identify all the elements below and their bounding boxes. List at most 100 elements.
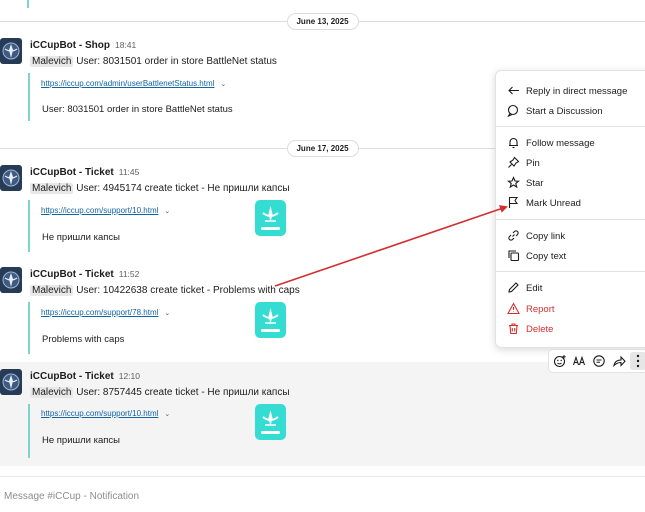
menu-item-label: Delete [526,324,554,335]
menu-item-label: Pin [526,158,540,169]
chat-window: June 13, 2025 iCCupBot - Shop 18:41 Malev… [0,0,645,512]
date-divider: June 13, 2025 [0,11,645,31]
avatar[interactable] [0,38,22,64]
attachment-text: Не пришли капсы [42,232,120,243]
attachment-thumbnail[interactable] [255,302,286,338]
user-mention[interactable]: Malevich [30,285,74,296]
menu-item-start-discussion[interactable]: Start a Discussion [496,101,645,121]
message-header: iCCupBot - Ticket 11:52 [30,269,139,280]
attachment-link-row: https://iccup.com/support/10.html ⌄ [41,206,170,215]
kebab-menu-button[interactable] [630,352,645,370]
author-name[interactable]: iCCupBot - Ticket [30,371,114,382]
menu-item-edit[interactable]: Edit [496,278,645,298]
menu-item-label: Start a Discussion [526,106,603,117]
menu-divider [496,126,645,127]
user-mention[interactable]: Malevich [30,56,74,67]
attachment-link-row: https://iccup.com/admin/userBattlenetSta… [41,79,226,88]
menu-item-star[interactable]: Star [496,173,645,193]
menu-item-follow-message[interactable]: Follow message [496,133,645,153]
message-time[interactable]: 12:10 [119,371,140,381]
message-header: iCCupBot - Ticket 12:10 [30,371,140,382]
author-name[interactable]: iCCupBot - Ticket [30,269,114,280]
menu-item-pin[interactable]: Pin [496,153,645,173]
iccup-logo-icon [261,206,280,230]
message-hovered[interactable]: iCCupBot - Ticket 12:10 Malevich User: 87… [0,362,645,466]
chevron-down-icon[interactable]: ⌄ [164,410,170,418]
message-body: User: 8757445 create ticket - Не пришли … [76,387,290,398]
menu-item-label: Edit [526,283,543,294]
message-time[interactable]: 11:45 [119,167,140,177]
attachment-link-row: https://iccup.com/support/10.html ⌄ [41,409,170,418]
attachment-link[interactable]: https://iccup.com/admin/userBattlenetSta… [41,79,214,88]
share-icon[interactable] [612,354,626,368]
user-mention[interactable]: Malevich [30,387,74,398]
flag-icon [508,196,519,208]
trash-icon [509,323,518,335]
bot-logo-icon [2,169,20,187]
add-reaction-icon[interactable] [553,354,567,368]
author-name[interactable]: iCCupBot - Shop [30,40,110,51]
attachment-bar [27,0,29,8]
message-composer [0,480,645,512]
bot-logo-icon [2,42,20,60]
menu-item-reply-in-direct-message[interactable]: Reply in direct message [496,81,645,101]
menu-item-delete[interactable]: Delete [496,319,645,339]
attachment-link[interactable]: https://iccup.com/support/10.html [41,206,158,215]
message-context-menu: Reply in direct message Start a Discussi… [495,70,645,348]
attachment-link[interactable]: https://iccup.com/support/78.html [41,308,158,317]
attachment-text: User: 8031501 order in store BattleNet s… [42,104,233,115]
chevron-down-icon[interactable]: ⌄ [164,207,170,215]
attachment-thumbnail[interactable] [255,404,286,440]
bell-icon [509,137,518,149]
chevron-down-icon[interactable]: ⌄ [220,80,226,88]
message-action-toolbar [548,349,645,373]
reply-in-thread-icon[interactable] [592,354,606,368]
user-mention[interactable]: Malevich [30,183,74,194]
message-text: Malevich User: 4945174 create ticket - Н… [30,183,290,194]
attachment-bar [28,302,30,354]
iccup-logo-icon [261,308,280,332]
attachment-bar [28,404,30,458]
message-header: iCCupBot - Ticket 11:45 [30,167,139,178]
menu-item-label: Star [526,178,544,189]
bot-logo-icon [2,373,20,391]
message-body: User: 8031501 order in store BattleNet s… [76,56,277,67]
translate-icon[interactable] [572,354,586,368]
composer-divider [0,476,645,477]
avatar[interactable] [0,369,22,395]
menu-item-report[interactable]: Report [496,299,645,319]
iccup-logo-icon [261,410,280,434]
message-header: iCCupBot - Shop 18:41 [30,40,136,51]
kebab-menu-icon [636,354,640,368]
chevron-down-icon[interactable]: ⌄ [164,309,170,317]
star-icon [507,176,520,189]
date-pill[interactable]: June 13, 2025 [286,13,359,30]
avatar[interactable] [0,165,22,191]
menu-item-label: Copy text [526,251,567,262]
message-body: User: 10422638 create ticket - Problems … [76,285,300,296]
attachment-link[interactable]: https://iccup.com/support/10.html [41,409,158,418]
attachment-thumbnail[interactable] [255,200,286,236]
attachment-bar [28,200,30,252]
message-input[interactable] [4,488,604,504]
bot-logo-icon [2,271,20,289]
avatar[interactable] [0,267,22,293]
message-time[interactable]: 18:41 [115,40,136,50]
author-name[interactable]: iCCupBot - Ticket [30,167,114,178]
menu-item-label: Copy link [526,231,566,242]
menu-item-label: Follow message [526,138,595,149]
attachment-link-row: https://iccup.com/support/78.html ⌄ [41,308,170,317]
discussion-icon [507,104,519,117]
pencil-icon [508,282,519,293]
menu-item-mark-unread[interactable]: Mark Unread [496,193,645,213]
date-pill[interactable]: June 17, 2025 [286,140,359,157]
attachment-bar [28,73,30,121]
menu-item-copy-text[interactable]: Copy text [496,246,645,266]
copy-icon [508,250,520,262]
menu-item-copy-link[interactable]: Copy link [496,226,645,246]
menu-item-label: Mark Unread [526,198,581,209]
message-time[interactable]: 11:52 [119,269,140,279]
attachment-text: Не пришли капсы [42,435,120,446]
message-text: Malevich User: 10422638 create ticket - … [30,285,300,296]
attachment-text: Problems with caps [42,334,125,345]
